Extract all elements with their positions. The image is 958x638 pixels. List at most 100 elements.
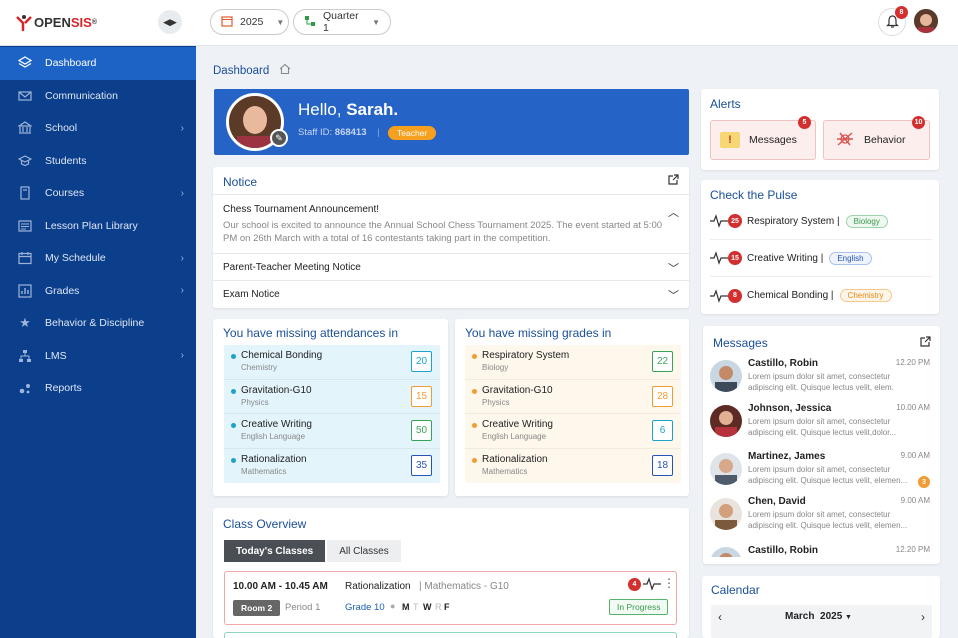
message-item[interactable]: Castillo, Robin 12.20 PM Lorem ipsum dol… [710, 358, 932, 406]
notice-item-exam[interactable]: Exam Notice ﹀ [213, 280, 689, 308]
pulse-item[interactable]: 8 Chemical Bonding | Chemistry [710, 277, 932, 314]
bullet [231, 457, 236, 463]
message-item[interactable]: Castillo, Robin 12.20 PM [710, 545, 932, 557]
notice-item-chess[interactable]: Chess Tournament Announcement! Our schoo… [213, 194, 689, 253]
sidebar-item-label: School [45, 122, 78, 135]
missing-grades-title: You have missing grades in [465, 326, 612, 340]
alert-messages-button[interactable]: ! Messages 5 [710, 116, 816, 160]
day-m: M [402, 602, 410, 612]
course-name: Rationalization [482, 453, 548, 465]
pulse-icon [710, 214, 728, 228]
sidebar-item-label: Reports [45, 382, 82, 395]
message-time: 9.00 AM [900, 496, 930, 505]
more-options-icon[interactable]: ⋮ [663, 576, 675, 590]
notice-item-title: Parent-Teacher Meeting Notice [223, 262, 361, 273]
edit-photo-button[interactable]: ✎ [270, 129, 288, 147]
alerts-title: Alerts [710, 97, 741, 111]
year-select[interactable]: 2025 ▼ [210, 9, 289, 35]
sidebar-item-grades[interactable]: Grades › [0, 275, 196, 308]
pulse-icon [710, 251, 728, 265]
notifications-button[interactable]: 8 [878, 6, 908, 36]
user-avatar[interactable] [914, 9, 938, 33]
class-entry[interactable]: 10.00 AM - 10.45 AM Rationalization | Ma… [224, 571, 677, 625]
list-item[interactable]: Creative Writing English Language 50 [224, 414, 440, 449]
message-item[interactable]: Johnson, Jessica 10.00 AM Lorem ipsum do… [710, 403, 932, 451]
calendar-header: ‹ March 2025 ▼ › [711, 605, 932, 638]
sidebar-item-lms[interactable]: LMS › [0, 340, 196, 373]
pulse-name: Chemical Bonding | [747, 290, 834, 301]
sender-name: Castillo, Robin [748, 545, 818, 556]
logo-mark-icon [16, 14, 32, 31]
pulse-item[interactable]: 25 Respiratory System | Biology [710, 203, 932, 240]
count-box: 35 [411, 454, 432, 476]
sidebar-item-students[interactable]: Students [0, 145, 196, 178]
notice-card: Notice Chess Tournament Announcement! Ou… [213, 167, 689, 308]
pulse-item[interactable]: 15 Creative Writing | English [710, 240, 932, 277]
class-alert-count: 4 [628, 578, 641, 591]
collapse-sidebar-button[interactable]: ◀▶ [158, 10, 182, 34]
pulse-icon[interactable] [643, 577, 661, 594]
message-preview: Lorem ipsum dolor sit amet, consectetur … [748, 417, 897, 437]
pulse-tag: Biology [845, 214, 888, 228]
bullet [472, 457, 477, 463]
course-name: Creative Writing [241, 419, 312, 430]
list-item[interactable]: Gravitation-G10 Physics 15 [224, 380, 440, 414]
staff-label: Staff ID: [298, 127, 333, 138]
tab-all-classes[interactable]: All Classes [327, 540, 401, 562]
prev-month-icon[interactable]: ‹ [718, 610, 722, 624]
chevron-down-icon: ﹀ [668, 263, 679, 275]
sidebar-item-label: Grades [45, 284, 80, 297]
next-class-entry[interactable] [224, 632, 677, 638]
quarter-select[interactable]: Quarter 1 ▼ [293, 9, 391, 35]
list-item[interactable]: Creative Writing English Language 6 [465, 414, 681, 449]
message-item[interactable]: Martinez, James 9.00 AM Lorem ipsum dolo… [710, 451, 932, 499]
opensis-logo[interactable]: OPEN SIS ® [14, 13, 97, 33]
sidebar-item-label: Communication [45, 89, 118, 102]
missing-grades-card: You have missing grades in Respiratory S… [455, 319, 689, 496]
next-month-icon[interactable]: › [921, 610, 925, 624]
bullet [231, 388, 236, 394]
course-name: Creative Writing [482, 419, 553, 430]
alert-behavior-button[interactable]: Behavior 10 [823, 116, 930, 160]
sender-name: Johnson, Jessica [748, 403, 832, 414]
calendar-icon [18, 251, 32, 265]
sidebar-item-behavior-discipline[interactable]: ★ Behavior & Discipline [0, 307, 196, 340]
sidebar-item-courses[interactable]: Courses › [0, 177, 196, 210]
svg-text:!: ! [728, 134, 732, 146]
breadcrumb-current[interactable]: Dashboard [213, 65, 269, 77]
sidebar-item-lesson-plan-library[interactable]: Lesson Plan Library [0, 210, 196, 243]
status-badge: In Progress [609, 599, 669, 615]
behavior-count-badge: 10 [912, 116, 925, 129]
sidebar-item-dashboard[interactable]: Dashboard [0, 47, 196, 80]
sidebar-item-school[interactable]: School › [0, 112, 196, 145]
divider: | [377, 127, 380, 138]
list-item[interactable]: Respiratory System Biology 22 [465, 345, 681, 380]
list-item[interactable]: Chemical Bonding Chemistry 20 [224, 345, 440, 380]
list-item[interactable]: Gravitation-G10 Physics 28 [465, 380, 681, 414]
month-year-select[interactable]: March 2025 ▼ [785, 611, 852, 622]
day-r: R [435, 602, 442, 612]
day-t: T [413, 602, 419, 612]
external-link-icon[interactable] [920, 336, 931, 350]
external-link-icon[interactable] [668, 174, 679, 188]
sidebar-item-reports[interactable]: Reports [0, 372, 196, 405]
tab-todays-classes[interactable]: Today's Classes [224, 540, 326, 562]
course-name: Rationalization [241, 453, 307, 465]
role-badge: Teacher [388, 126, 437, 140]
bullet [231, 354, 236, 359]
star-icon: ★ [19, 315, 31, 331]
sender-avatar [710, 405, 742, 437]
pulse-count: 8 [728, 288, 742, 303]
home-icon[interactable] [279, 63, 291, 78]
list-item[interactable]: Rationalization Mathematics 18 [465, 449, 681, 484]
message-item[interactable]: Chen, David 9.00 AM Lorem ipsum dolor si… [710, 496, 932, 544]
year-label: 2025 [820, 611, 843, 622]
sidebar-item-my-schedule[interactable]: My Schedule › [0, 242, 196, 275]
list-item[interactable]: Rationalization Mathematics 35 [224, 449, 440, 484]
notice-item-ptm[interactable]: Parent-Teacher Meeting Notice ﹀ [213, 253, 689, 280]
chevron-right-icon: › [180, 187, 184, 199]
sidebar-item-communication[interactable]: Communication [0, 80, 196, 113]
sidebar-item-label: Students [45, 154, 87, 167]
pulse-tag: Chemistry [839, 289, 892, 302]
grade-label: Grade 10 [345, 602, 385, 613]
